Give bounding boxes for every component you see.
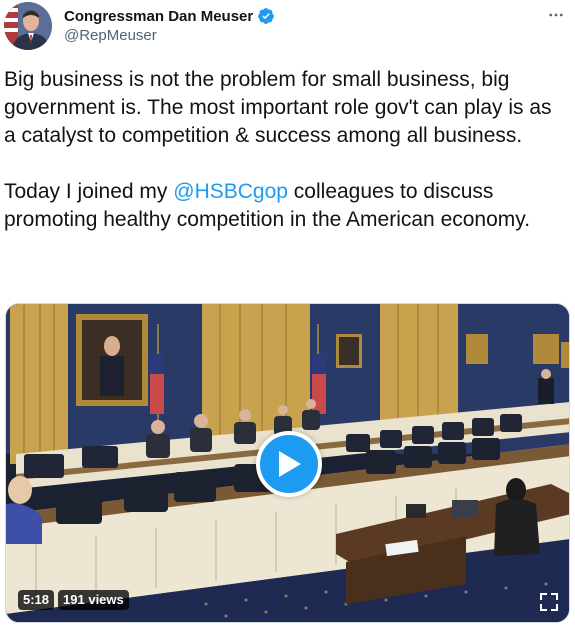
expand-icon[interactable] xyxy=(539,592,559,612)
verified-badge-icon xyxy=(257,7,275,25)
video-duration: 5:18 xyxy=(18,590,55,610)
video-views: 191 views xyxy=(58,590,129,610)
play-button[interactable] xyxy=(256,431,322,497)
author-display-name[interactable]: Congressman Dan Meuser xyxy=(64,8,253,25)
author-name-row[interactable]: Congressman Dan Meuser xyxy=(64,6,275,26)
more-options-icon[interactable] xyxy=(545,4,567,26)
tweet-paragraph-1: Big business is not the problem for smal… xyxy=(4,68,552,147)
mention-link[interactable]: @HSBCgop xyxy=(173,180,288,203)
tweet-card: Congressman Dan Meuser @RepMeuser Big bu… xyxy=(0,0,575,627)
tweet-paragraph-2: Today I joined my @HSBCgop colleagues to… xyxy=(4,178,564,234)
tweet-paragraph-2-start: Today I joined my xyxy=(4,180,174,203)
author-handle[interactable]: @RepMeuser xyxy=(64,27,157,44)
avatar-image xyxy=(4,2,52,50)
avatar[interactable] xyxy=(4,2,52,50)
tweet-text: Big business is not the problem for smal… xyxy=(4,66,564,234)
play-icon xyxy=(279,451,301,477)
video-badges: 5:18 191 views xyxy=(18,590,129,610)
video-player[interactable]: 5:18 191 views xyxy=(5,303,570,623)
